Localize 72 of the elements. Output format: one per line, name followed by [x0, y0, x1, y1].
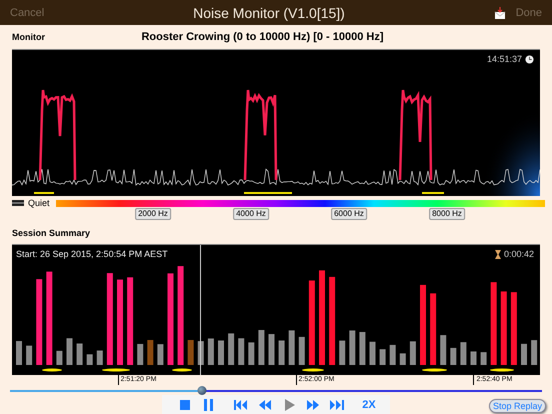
legend-label: Quiet: [28, 198, 50, 208]
stop-icon: [178, 398, 192, 412]
level-bar: [521, 344, 527, 365]
level-bar: [278, 340, 285, 365]
slider-thumb[interactable]: [197, 386, 206, 395]
loud-marker: [490, 368, 514, 372]
elapsed-time: 0:00:42: [504, 249, 534, 259]
level-bar: [66, 338, 72, 365]
window-title: Noise Monitor (V1.0[15]): [192, 4, 346, 20]
chart-heading: Rooster Crowing (0 to 10000 Hz) [0 - 10000 Hz]: [140, 31, 385, 43]
loud-marker: [172, 368, 192, 372]
level-bar: [288, 330, 295, 365]
loud-marker: [42, 368, 62, 372]
level-bar: [248, 342, 254, 365]
level-bar: [450, 348, 456, 365]
level-bar: [460, 342, 466, 365]
level-bar: [339, 340, 346, 365]
forward-icon: [306, 398, 320, 412]
level-bar: [147, 340, 154, 365]
mail-icon[interactable]: [494, 6, 506, 18]
session-start: Start: 26 Sep 2015, 2:50:54 PM AEST: [16, 249, 168, 259]
level-bar: [16, 341, 22, 365]
level-bar: [410, 341, 416, 365]
quiet-swatch: [12, 200, 24, 206]
level-bar: [188, 340, 194, 365]
level-bar: [208, 338, 214, 365]
skip-forward-icon: [330, 398, 344, 412]
clock-icon: [525, 54, 534, 64]
frequency-label: 8000 Hz: [429, 208, 465, 220]
level-bar: [298, 336, 305, 365]
rewind-icon: [258, 398, 272, 412]
frequency-label: 6000 Hz: [331, 208, 367, 220]
play-icon: [282, 398, 296, 412]
level-bar: [440, 335, 446, 365]
frequency-label: 2000 Hz: [135, 208, 171, 220]
level-bar: [268, 334, 274, 365]
loud-marker: [302, 368, 324, 372]
level-bar: [480, 352, 487, 365]
loud-marker: [34, 192, 54, 194]
level-bar: [96, 350, 103, 365]
loud-marker: [422, 192, 444, 194]
level-bar: [218, 340, 224, 365]
level-bar: [390, 344, 396, 365]
stop-replay-button[interactable]: Stop Replay: [488, 399, 546, 413]
section-label: Monitor: [12, 32, 45, 42]
level-bar: [157, 344, 164, 365]
loud-marker: [422, 368, 447, 372]
speed-button[interactable]: 2X: [362, 399, 376, 411]
level-bar: [86, 354, 93, 365]
level-bar: [359, 332, 366, 365]
level-bar: [137, 344, 144, 365]
frequency-label: 4000 Hz: [233, 208, 269, 220]
level-bar: [76, 344, 83, 365]
level-bar: [430, 293, 436, 365]
skip-back-icon: [234, 398, 248, 412]
level-bar: [228, 333, 234, 365]
level-bar: [470, 351, 476, 365]
level-bar: [258, 330, 264, 365]
loud-marker: [244, 192, 292, 194]
hourglass-icon: [494, 250, 501, 258]
level-bar: [400, 353, 406, 365]
level-bar: [370, 342, 376, 365]
level-bar: [56, 350, 62, 365]
level-bar: [531, 340, 538, 365]
clock-time: 14:51:37: [486, 54, 522, 64]
loud-marker: [102, 368, 130, 372]
level-bar: [238, 338, 244, 365]
skip-forward-button[interactable]: [328, 398, 346, 412]
level-bar: [349, 330, 356, 365]
level-bar: [380, 349, 386, 365]
section-label: Session Summary: [12, 228, 90, 238]
level-bar: [26, 346, 32, 365]
